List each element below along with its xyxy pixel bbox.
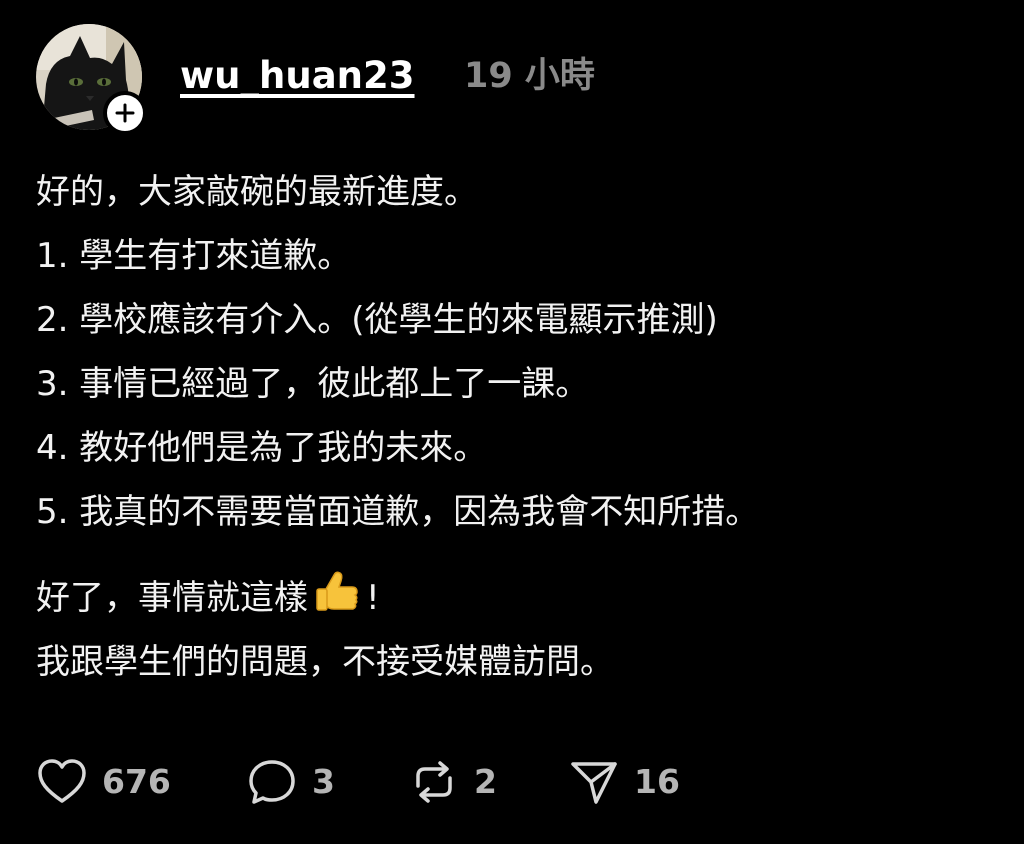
post-header: wu_huan23 19 小時: [36, 24, 996, 136]
post-line: 3. 事情已經過了，彼此都上了一課。: [36, 364, 590, 404]
like-count: 676: [102, 762, 171, 801]
heart-icon: [38, 759, 86, 803]
thread-post: wu_huan23 19 小時 好的，大家敲碗的最新進度。 1. 學生有打來道歉…: [0, 0, 1024, 844]
username-link[interactable]: wu_huan23: [180, 54, 415, 98]
post-line: 1. 學生有打來道歉。: [36, 236, 352, 276]
share-count: 16: [634, 762, 680, 801]
reply-count: 3: [312, 762, 335, 801]
avatar[interactable]: [36, 24, 147, 135]
post-line: 好的，大家敲碗的最新進度。: [36, 172, 478, 212]
plus-icon: [115, 103, 135, 123]
follow-button[interactable]: [103, 91, 147, 135]
repost-icon: [416, 761, 452, 803]
comment-bubble-icon: [249, 760, 295, 804]
post-line-text: 好了，事情就這樣: [36, 578, 308, 618]
post-line: 2. 學校應該有介入。(從學生的來電顯示推測): [36, 300, 718, 340]
thumbs-up-icon: [316, 571, 358, 611]
share-button[interactable]: 16: [568, 752, 680, 812]
post-line: 我跟學生們的問題，不接受媒體訪問。: [36, 642, 614, 682]
post-body: 好的，大家敲碗的最新進度。 1. 學生有打來道歉。 2. 學校應該有介入。(從學…: [36, 160, 996, 694]
post-line-text: !: [366, 578, 380, 618]
like-button[interactable]: 676: [36, 752, 171, 812]
post-timestamp: 19 小時: [464, 56, 595, 96]
reply-button[interactable]: 3: [246, 752, 335, 812]
post-line: 4. 教好他們是為了我的未來。: [36, 428, 488, 468]
repost-button[interactable]: 2: [408, 752, 497, 812]
post-line-with-emoji: 好了，事情就這樣 !: [36, 566, 996, 630]
post-line: 5. 我真的不需要當面道歉，因為我會不知所措。: [36, 492, 760, 532]
send-icon: [571, 762, 617, 804]
repost-count: 2: [474, 762, 497, 801]
action-bar: 676 3 2 16: [36, 752, 996, 812]
